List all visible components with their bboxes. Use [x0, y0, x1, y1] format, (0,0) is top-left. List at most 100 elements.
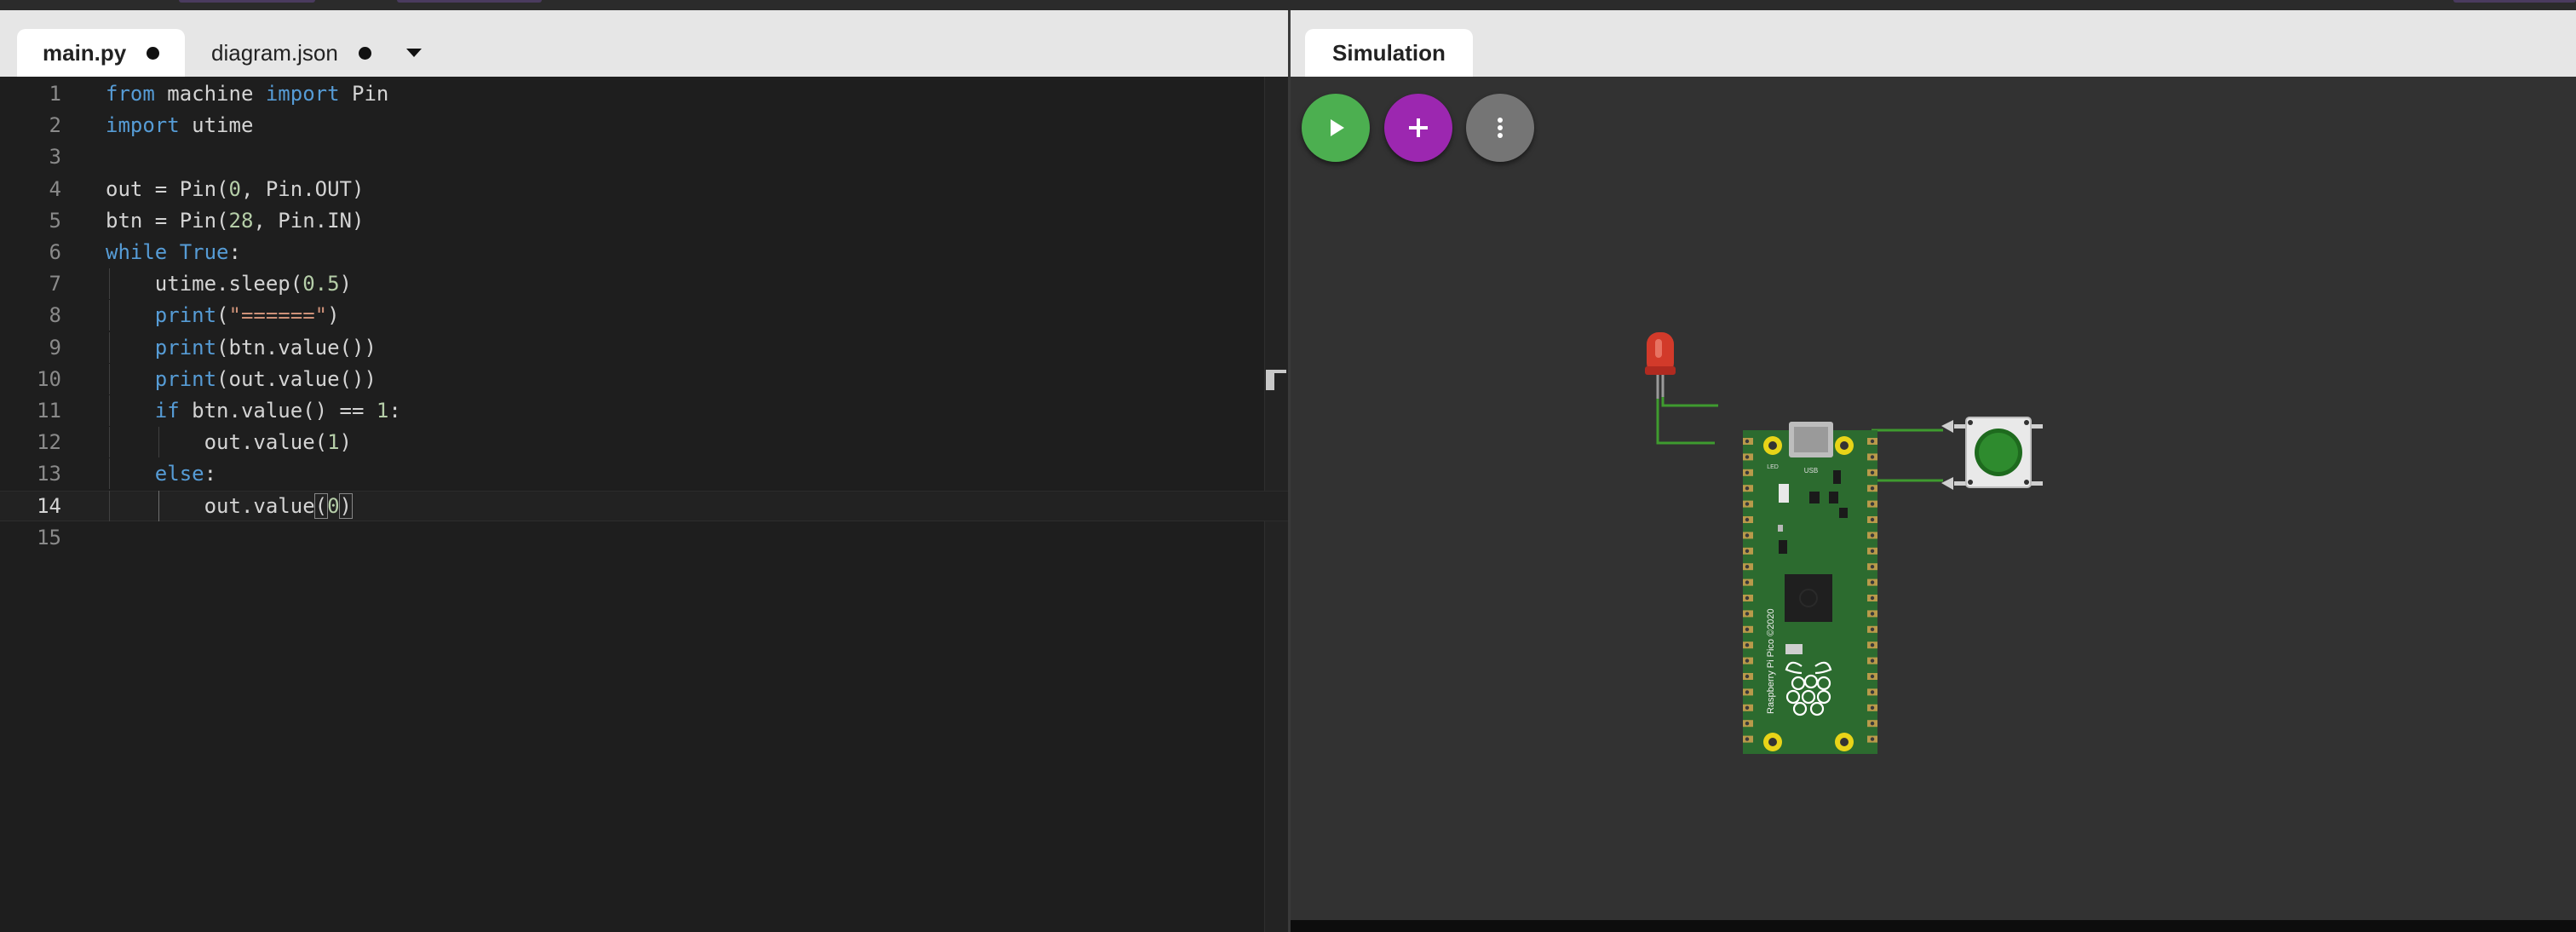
line-number: 11 [37, 399, 61, 423]
unsaved-dot-icon [147, 46, 160, 60]
simulation-pane: Simulation USB LED Raspberry Pi Pico ©20… [1291, 10, 2576, 932]
pin-hole [1870, 612, 1875, 616]
serial-monitor-strip [1291, 920, 2576, 932]
code-line[interactable]: 1 from machine import Pin [0, 78, 1288, 109]
code-text: out = Pin(0, Pin.OUT) [106, 176, 365, 201]
code-line[interactable]: 9 print(btn.value()) [0, 331, 1288, 363]
wire-led-anode [1661, 396, 1718, 407]
pin-hole [1745, 722, 1750, 726]
pin-hole [1745, 612, 1750, 616]
circuit-diagram: USB LED Raspberry Pi Pico ©2020 [1645, 332, 2043, 754]
pin-hole [1745, 565, 1750, 569]
tab-main-py[interactable]: main.py [17, 29, 186, 77]
code-text: utime.sleep(0.5) [106, 272, 352, 296]
code-line[interactable]: 15 [0, 522, 1288, 553]
code-text: print("======") [154, 303, 340, 328]
pin-hole [1745, 470, 1750, 475]
tabs-dropdown-button[interactable] [399, 41, 429, 65]
red-led[interactable] [1645, 332, 1676, 399]
usb-label: USB [1804, 467, 1818, 475]
line-number: 15 [37, 525, 61, 549]
pin-hole [1870, 595, 1875, 601]
code-line[interactable]: 10 print(out.value()) [0, 363, 1288, 394]
pin-hole [1745, 737, 1750, 741]
top-bar-chip [397, 0, 542, 3]
code-line[interactable]: 8 print("======") [0, 300, 1288, 331]
pin-hole [1870, 674, 1875, 679]
pin-hole [1745, 705, 1750, 710]
line-number: 3 [49, 145, 61, 170]
pin-hole [1870, 627, 1875, 631]
pin-hole [1870, 533, 1875, 538]
line-number: 1 [49, 82, 61, 106]
editor-tab-bar: main.py diagram.json [0, 10, 1288, 77]
pin-hole [1745, 549, 1750, 553]
pin-hole [1745, 627, 1750, 631]
code-text: out.value(1) [106, 430, 352, 455]
code-line[interactable]: 2 import utime [0, 110, 1288, 141]
simulation-canvas[interactable]: USB LED Raspberry Pi Pico ©2020 [1291, 77, 2576, 920]
line-number: 13 [37, 462, 61, 486]
pin-hole [1745, 517, 1750, 522]
top-bar-chip [2453, 0, 2576, 3]
pin-hole [1870, 486, 1875, 491]
code-line[interactable]: 6 while True: [0, 237, 1288, 268]
code-text: while True: [106, 240, 241, 264]
code-line[interactable]: 4 out = Pin(0, Pin.OUT) [0, 174, 1288, 204]
code-line[interactable]: 14 out.value(0) [0, 490, 1288, 521]
code-text: print(out.value()) [154, 366, 377, 391]
top-bar [0, 0, 2576, 10]
tab-simulation[interactable]: Simulation [1305, 29, 1473, 77]
pin-hole [1870, 659, 1875, 663]
pin-hole [1870, 549, 1875, 553]
pin-hole [1745, 533, 1750, 538]
pin-hole [1870, 705, 1875, 710]
pin-hole [1745, 674, 1750, 679]
pin-hole [1745, 580, 1750, 584]
tab-diagram-json[interactable]: diagram.json [186, 29, 397, 77]
code-line[interactable]: 13 else: [0, 458, 1288, 490]
pin-hole [1745, 595, 1750, 601]
rp2040-chip [1785, 574, 1832, 622]
line-number: 9 [49, 335, 61, 360]
code-line[interactable]: 11 if btn.value() == 1: [0, 395, 1288, 426]
tab-label: diagram.json [211, 39, 338, 66]
led-label: LED [1767, 464, 1779, 470]
line-number: 5 [49, 208, 61, 233]
code-line[interactable]: 3 [0, 141, 1288, 172]
code-area[interactable]: 1 from machine import Pin 2 import utime 3 4 o… [0, 77, 1289, 932]
tab-label: main.py [43, 39, 127, 66]
pin-hole [1870, 722, 1875, 726]
pin-hole [1745, 502, 1750, 506]
pin-hole [1870, 517, 1875, 522]
line-number: 8 [49, 303, 61, 328]
code-line[interactable]: 7 utime.sleep(0.5) [0, 268, 1288, 300]
code-text: btn = Pin(28, Pin.IN) [106, 208, 365, 233]
pin-hole [1745, 690, 1750, 694]
code-text: else: [154, 462, 217, 486]
code-line[interactable]: 5 btn = Pin(28, Pin.IN) [0, 205, 1288, 236]
line-number: 4 [49, 176, 61, 201]
pin-hole [1870, 690, 1875, 694]
code-text: if btn.value() == 1: [154, 399, 401, 423]
pin-hole [1870, 502, 1875, 506]
line-number: 10 [37, 366, 61, 391]
code-text: print(btn.value()) [154, 335, 377, 360]
green-pushbutton[interactable] [1941, 417, 2043, 490]
pin-hole [1870, 565, 1875, 569]
pin-hole [1745, 455, 1750, 459]
raspberry-pi-pico-board[interactable]: USB LED Raspberry Pi Pico ©2020 [1743, 422, 1877, 754]
pin-hole [1745, 659, 1750, 663]
pin-hole [1870, 580, 1875, 584]
code-text: import utime [106, 113, 254, 138]
line-number: 6 [49, 240, 61, 264]
simulation-tab-bar: Simulation [1291, 10, 2576, 77]
code-editor-pane: main.py diagram.json 1 from machine impor… [0, 10, 1289, 932]
board-silkscreen: Raspberry Pi Pico ©2020 [1766, 608, 1776, 714]
pin-hole [1745, 486, 1750, 491]
code-line[interactable]: 12 out.value(1) [0, 427, 1288, 458]
line-number: 2 [49, 113, 61, 138]
pin-hole [1870, 439, 1875, 444]
line-number: 7 [49, 272, 61, 296]
pin-hole [1870, 737, 1875, 741]
